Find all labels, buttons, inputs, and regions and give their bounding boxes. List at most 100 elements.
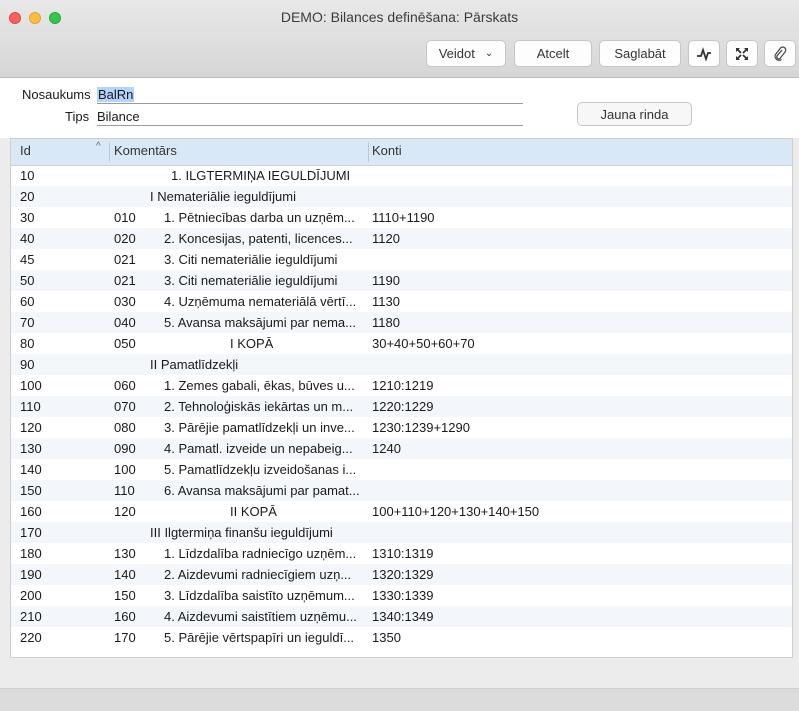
row-id: 40 (20, 231, 35, 246)
row-code: 050 (114, 336, 136, 351)
table-row[interactable]: 170 III Ilgtermiņa finanšu ieguldījumi (11, 522, 792, 543)
type-value: Bilance (97, 109, 140, 124)
column-header-accounts[interactable]: Konti (372, 143, 402, 158)
table-row[interactable]: 130 090 4. Pamatl. izveide un nepabeig... 1… (11, 438, 792, 459)
chevron-down-icon: ⌄ (484, 48, 494, 59)
save-button[interactable]: Saglabāt (599, 40, 681, 67)
row-accounts: 100+110+120+130+140+150 (372, 504, 540, 519)
row-id: 170 (20, 525, 42, 540)
row-comment: III Ilgtermiņa finanšu ieguldījumi (150, 525, 333, 540)
row-code: 021 (114, 273, 136, 288)
row-comment: 2. Koncesijas, patenti, licences... (164, 231, 353, 246)
row-id: 210 (20, 609, 42, 624)
column-header-comment[interactable]: Komentārs (114, 143, 177, 158)
table-row[interactable]: 30 010 1. Pētniecības darba un uzņēm... 111… (11, 207, 792, 228)
row-accounts: 1120 (372, 231, 400, 246)
row-comment: 4. Uzņēmuma nemateriālā vērtī... (164, 294, 357, 309)
table-row[interactable]: 160 120 II KOPĀ 100+110+120+130+140+150 (11, 501, 792, 522)
row-comment: 2. Tehnoloģiskās iekārtas un m... (164, 399, 354, 414)
row-id: 160 (20, 504, 42, 519)
row-id: 220 (20, 630, 42, 645)
title-bar: DEMO: Bilances definēšana: Pārskats Veid… (0, 0, 799, 78)
table-row[interactable]: 10 1. ILGTERMIŅA IEGULDĪJUMI (11, 165, 792, 186)
definition-form: Nosaukums BalRn Tips Bilance Jauna rinda (0, 78, 799, 138)
row-code: 150 (114, 588, 136, 603)
column-divider[interactable] (109, 142, 110, 162)
row-id: 90 (20, 357, 35, 372)
row-code: 160 (114, 609, 136, 624)
row-accounts: 1350 (372, 630, 401, 645)
balance-rows-table[interactable]: Id ^ Komentārs Konti 10 1. ILGTERMIŅA IEG… (10, 138, 793, 658)
table-row[interactable]: 180 130 1. Līdzdalība radniecīgo uzņēm... 1… (11, 543, 792, 564)
cancel-button[interactable]: Atcelt (514, 40, 592, 67)
row-id: 120 (20, 420, 42, 435)
table-row[interactable]: 210 160 4. Aizdevumi saistītiem uzņēmu... 1… (11, 606, 792, 627)
new-row-label: Jauna rinda (600, 106, 669, 122)
table-row[interactable]: 45 021 3. Citi nemateriālie ieguldījumi (11, 249, 792, 270)
row-comment: II KOPĀ (230, 504, 277, 519)
table-row[interactable]: 190 140 2. Aizdevumi radniecīgiem uzņ... 13… (11, 564, 792, 585)
row-comment: 3. Citi nemateriālie ieguldījumi (164, 273, 338, 288)
row-comment: 5. Pamatlīdzekļu izveidošanas i... (164, 462, 357, 477)
row-id: 200 (20, 588, 42, 603)
table-row[interactable]: 140 100 5. Pamatlīdzekļu izveidošanas i... (11, 459, 792, 480)
row-comment: 1. Līdzdalība radniecīgo uzņēm... (164, 546, 357, 561)
table-row[interactable]: 150 110 6. Avansa maksājumi par pamat... (11, 480, 792, 501)
status-bar (0, 688, 799, 711)
row-id: 10 (20, 168, 35, 183)
row-id: 190 (20, 567, 42, 582)
row-code: 170 (114, 630, 136, 645)
row-comment: 4. Aizdevumi saistītiem uzņēmu... (164, 609, 357, 624)
row-accounts: 1220:1229 (372, 399, 434, 414)
name-field[interactable]: BalRn (97, 86, 523, 104)
new-row-button[interactable]: Jauna rinda (577, 102, 692, 126)
row-accounts: 1330:1339 (372, 588, 434, 603)
row-comment: 3. Pārējie pamatlīdzekļi un inve... (164, 420, 355, 435)
table-row[interactable]: 60 030 4. Uzņēmuma nemateriālā vērtī... 113… (11, 291, 792, 312)
row-code: 030 (114, 294, 136, 309)
table-row[interactable]: 90 II Pamatlīdzekļi (11, 354, 792, 375)
column-header-id[interactable]: Id (20, 143, 31, 158)
table-body: 10 1. ILGTERMIŅA IEGULDĪJUMI 20 I Nemateriā… (11, 165, 792, 648)
row-code: 120 (114, 504, 136, 519)
row-accounts: 1210:1219 (372, 378, 434, 393)
column-divider[interactable] (368, 142, 369, 162)
row-id: 50 (20, 273, 35, 288)
row-code: 040 (114, 315, 136, 330)
row-comment: 2. Aizdevumi radniecīgiem uzņ... (164, 567, 352, 582)
row-accounts: 30+40+50+60+70 (372, 336, 475, 351)
app-window: DEMO: Bilances definēšana: Pārskats Veid… (0, 0, 799, 711)
row-accounts: 1230:1239+1290 (372, 420, 470, 435)
row-accounts: 1130 (372, 294, 400, 309)
table-row[interactable]: 200 150 3. Līdzdalība saistīto uzņēmum... 1… (11, 585, 792, 606)
activity-button[interactable] (688, 40, 720, 67)
row-id: 180 (20, 546, 42, 561)
table-row[interactable]: 20 I Nemateriālie ieguldījumi (11, 186, 792, 207)
table-row[interactable]: 120 080 3. Pārējie pamatlīdzekļi un inve..… (11, 417, 792, 438)
row-id: 45 (20, 252, 35, 267)
attach-button[interactable] (764, 40, 796, 67)
row-code: 110 (114, 483, 135, 498)
row-comment: 5. Pārējie vērtspapīri un ieguldī... (164, 630, 355, 645)
type-field[interactable]: Bilance (97, 108, 523, 126)
table-row[interactable]: 50 021 3. Citi nemateriālie ieguldījumi 119… (11, 270, 792, 291)
row-id: 60 (20, 294, 35, 309)
table-row[interactable]: 40 020 2. Koncesijas, patenti, licences...… (11, 228, 792, 249)
row-code: 130 (114, 546, 136, 561)
window-title: DEMO: Bilances definēšana: Pārskats (280, 9, 519, 25)
row-comment: 1. Pētniecības darba un uzņēm... (164, 210, 355, 225)
create-dropdown-button[interactable]: Veidot ⌄ (426, 40, 506, 67)
row-id: 140 (20, 462, 42, 477)
name-label: Nosaukums (22, 87, 91, 102)
table-row[interactable]: 100 060 1. Zemes gabali, ēkas, būves u... 1… (11, 375, 792, 396)
table-row[interactable]: 70 040 5. Avansa maksājumi par nema... 1180 (11, 312, 792, 333)
table-row[interactable]: 220 170 5. Pārējie vērtspapīri un ieguldī.… (11, 627, 792, 648)
row-id: 150 (20, 483, 42, 498)
table-row[interactable]: 80 050 I KOPĀ 30+40+50+60+70 (11, 333, 792, 354)
row-comment: 4. Pamatl. izveide un nepabeig... (164, 441, 353, 456)
row-code: 100 (114, 462, 136, 477)
table-row[interactable]: 110 070 2. Tehnoloģiskās iekārtas un m... 1… (11, 396, 792, 417)
expand-button[interactable] (726, 40, 758, 67)
row-comment: 6. Avansa maksājumi par pamat... (164, 483, 360, 498)
row-code: 070 (114, 399, 136, 414)
